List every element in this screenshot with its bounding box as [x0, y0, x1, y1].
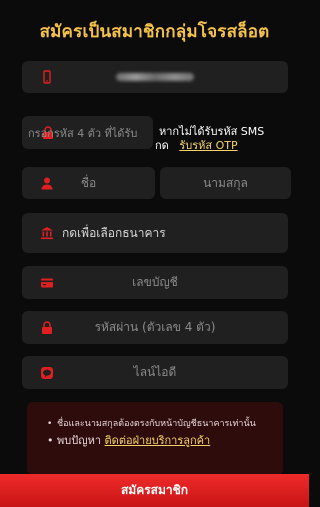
otp-request-link[interactable]: รับรหัส OTP — [179, 139, 237, 152]
lock-icon — [40, 320, 54, 335]
phone-field[interactable] — [22, 61, 288, 93]
phone-value-blurred — [116, 73, 194, 81]
otp-field[interactable]: กรอกรหัส 4 ตัว ที่ได้รับ — [22, 116, 153, 149]
line-id-placeholder: ไลน์ไอดี — [133, 365, 177, 379]
bank-select[interactable]: กดเพื่อเลือกธนาคาร — [22, 213, 288, 253]
user-icon — [40, 176, 54, 190]
account-number-placeholder: เลขบัญชี — [132, 275, 178, 289]
line-id-field[interactable]: ไลน์ไอดี — [22, 356, 288, 389]
last-name-placeholder: นามสกุล — [203, 175, 248, 190]
otp-placeholder: กรอกรหัส 4 ตัว ที่ได้รับ — [28, 126, 138, 140]
otp-help-press: กด — [155, 139, 169, 152]
phone-icon — [40, 70, 54, 84]
contact-support-link[interactable]: ติดต่อฝ่ายบริการลูกค้า — [105, 434, 211, 447]
password-field[interactable]: รหัสผ่าน (ตัวเลข 4 ตัว) — [22, 311, 288, 344]
card-icon — [40, 276, 54, 290]
notice-item: ชื่อและนามสกุลต้องตรงกับหน้าบัญชีธนาคารเ… — [47, 418, 273, 430]
otp-help: หากไม่ได้รับรหัส SMS กด รับรหัส OTP — [155, 124, 265, 152]
line-icon — [40, 366, 54, 380]
register-button[interactable]: สมัครสมาชิก — [0, 474, 309, 507]
notice-contact-prefix: พบปัญหา — [57, 434, 102, 447]
password-placeholder: รหัสผ่าน (ตัวเลข 4 ตัว) — [94, 320, 216, 334]
notice-box: ชื่อและนามสกุลต้องตรงกับหน้าบัญชีธนาคารเ… — [27, 402, 283, 475]
bank-icon — [40, 226, 54, 240]
last-name-field[interactable]: นามสกุล — [160, 167, 291, 199]
notice-contact: พบปัญหา ติดต่อฝ่ายบริการลูกค้า — [47, 434, 273, 448]
page-title: สมัครเป็นสมาชิกกลุ่มโจรสล็อต — [39, 22, 270, 42]
account-number-field[interactable]: เลขบัญชี — [22, 266, 288, 299]
otp-help-text: หากไม่ได้รับรหัส SMS — [159, 125, 265, 138]
first-name-field[interactable]: ชื่อ — [22, 167, 155, 199]
bank-select-label: กดเพื่อเลือกธนาคาร — [62, 225, 166, 240]
